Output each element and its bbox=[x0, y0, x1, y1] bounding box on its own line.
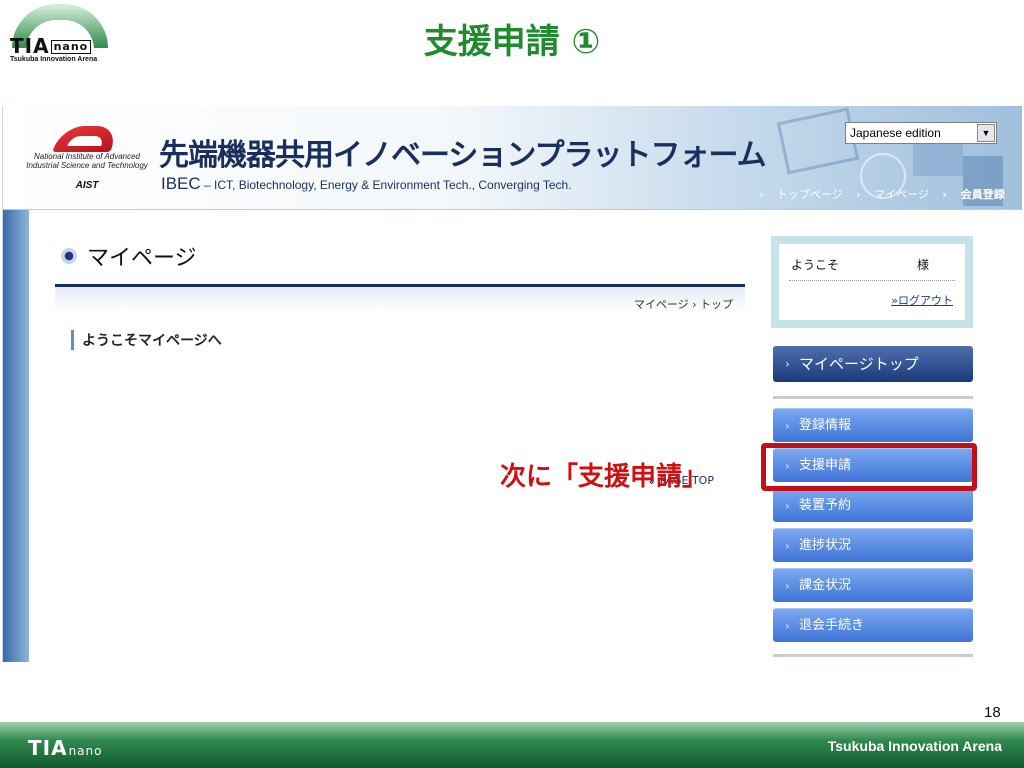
sidebar-item-progress-status[interactable]: 進捗状況 bbox=[773, 528, 973, 563]
main-content: マイページ マイページ › トップ ようこそマイページへ ⇕ PAGE TOP … bbox=[29, 210, 1022, 662]
site-subtitle: IBEC – ICT, Biotechnology, Energy & Envi… bbox=[161, 174, 572, 194]
nav-link-mypage[interactable]: › マイページ bbox=[856, 188, 929, 201]
page-heading: マイページ bbox=[61, 240, 197, 272]
sidebar-divider bbox=[773, 396, 973, 399]
welcome-box: ようこそ 様 »ログアウト bbox=[771, 236, 973, 328]
slide-footer: TIAnano Tsukuba Innovation Arena bbox=[0, 722, 1024, 768]
callout-text: 次に「支援申請」 bbox=[500, 462, 709, 492]
mypage-top-button[interactable]: マイページトップ bbox=[773, 346, 973, 382]
embedded-screenshot: National Institute of Advanced Industria… bbox=[2, 106, 1022, 662]
slide: TIA nano Tsukuba Innovation Arena 支援申請 ① … bbox=[0, 0, 1024, 768]
footer-logo: TIAnano bbox=[28, 736, 103, 760]
site-subtitle-rest: – ICT, Biotechnology, Energy & Environme… bbox=[200, 178, 572, 192]
logout-link[interactable]: »ログアウト bbox=[891, 292, 953, 308]
aist-abbr: AIST bbox=[75, 180, 99, 191]
honorific-text: 様 bbox=[917, 258, 930, 272]
breadcrumb[interactable]: マイページ › トップ bbox=[634, 296, 733, 312]
sidebar-divider bbox=[773, 654, 973, 657]
nav-link-register[interactable]: › 会員登録 bbox=[942, 188, 1004, 201]
sidebar-item-billing-status[interactable]: 課金状況 bbox=[773, 568, 973, 603]
welcome-text: ようこそ bbox=[791, 258, 840, 272]
chevron-down-icon: ▼ bbox=[977, 124, 995, 142]
ibec-label: IBEC bbox=[161, 174, 201, 193]
sidebar-item-withdrawal[interactable]: 退会手続き bbox=[773, 608, 973, 643]
site-title: 先端機器共用イノベーションプラットフォーム bbox=[159, 138, 767, 173]
language-select[interactable]: Japanese edition ▼ bbox=[845, 122, 997, 144]
page-number: 18 bbox=[984, 704, 1001, 721]
sidebar-item-registration-info[interactable]: 登録情報 bbox=[773, 408, 973, 443]
top-nav: › トップページ › マイページ › 会員登録 bbox=[749, 186, 1005, 202]
welcome-heading: ようこそマイページへ bbox=[71, 330, 222, 350]
nav-link-top[interactable]: › トップページ bbox=[759, 188, 843, 201]
slide-title: 支援申請 ① bbox=[423, 22, 601, 62]
left-rail bbox=[3, 210, 29, 662]
heading-bullet-icon bbox=[61, 248, 77, 264]
site-header: National Institute of Advanced Industria… bbox=[3, 106, 1022, 210]
sidebar-item-equipment-reservation[interactable]: 装置予約 bbox=[773, 488, 973, 523]
callout-highlight-box bbox=[761, 443, 977, 491]
aist-name: National Institute of Advanced Industria… bbox=[26, 152, 148, 170]
footer-organization: Tsukuba Innovation Arena bbox=[827, 738, 1002, 754]
aist-logo: National Institute of Advanced Industria… bbox=[25, 124, 149, 191]
